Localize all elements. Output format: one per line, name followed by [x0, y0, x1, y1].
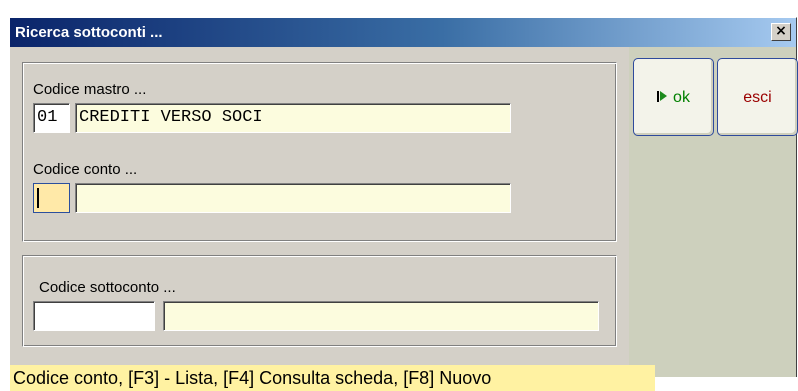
window-title: Ricerca sottoconti ... [15, 24, 163, 41]
exit-label: esci [743, 89, 772, 106]
mastro-description-field[interactable]: CREDITI VERSO SOCI [75, 103, 511, 133]
conto-code-field[interactable] [33, 183, 70, 213]
play-icon-triangle [660, 91, 668, 102]
exit-button[interactable]: esci [717, 58, 798, 136]
subaccount-group: Codice sottoconto ... [22, 255, 617, 347]
play-icon [657, 91, 668, 103]
ok-button[interactable]: ok [633, 58, 714, 136]
sottoconto-description-field[interactable] [163, 301, 599, 331]
conto-label: Codice conto ... [33, 161, 138, 178]
text-caret [37, 188, 39, 208]
sottoconto-label: Codice sottoconto ... [39, 279, 176, 296]
play-icon-bar [657, 91, 660, 103]
close-icon: × [775, 23, 787, 39]
dialog-window: Ricerca sottoconti ... × Codice mastro .… [9, 17, 798, 391]
conto-description-field[interactable] [75, 183, 511, 213]
close-button[interactable]: × [771, 23, 791, 41]
dialog-body: Codice mastro ... 01 CREDITI VERSO SOCI … [10, 47, 798, 391]
status-bar: Codice conto, [F3] - Lista, [F4] Consult… [10, 365, 655, 391]
ok-button-content: ok [634, 89, 713, 107]
sottoconto-code-field[interactable] [33, 301, 155, 331]
ok-label: ok [673, 89, 690, 106]
exit-button-content: esci [718, 89, 797, 107]
title-bar[interactable]: Ricerca sottoconti ... × [10, 18, 796, 47]
account-group: Codice mastro ... 01 CREDITI VERSO SOCI … [22, 62, 617, 242]
mastro-label: Codice mastro ... [33, 81, 147, 98]
mastro-code-field[interactable]: 01 [33, 103, 70, 133]
